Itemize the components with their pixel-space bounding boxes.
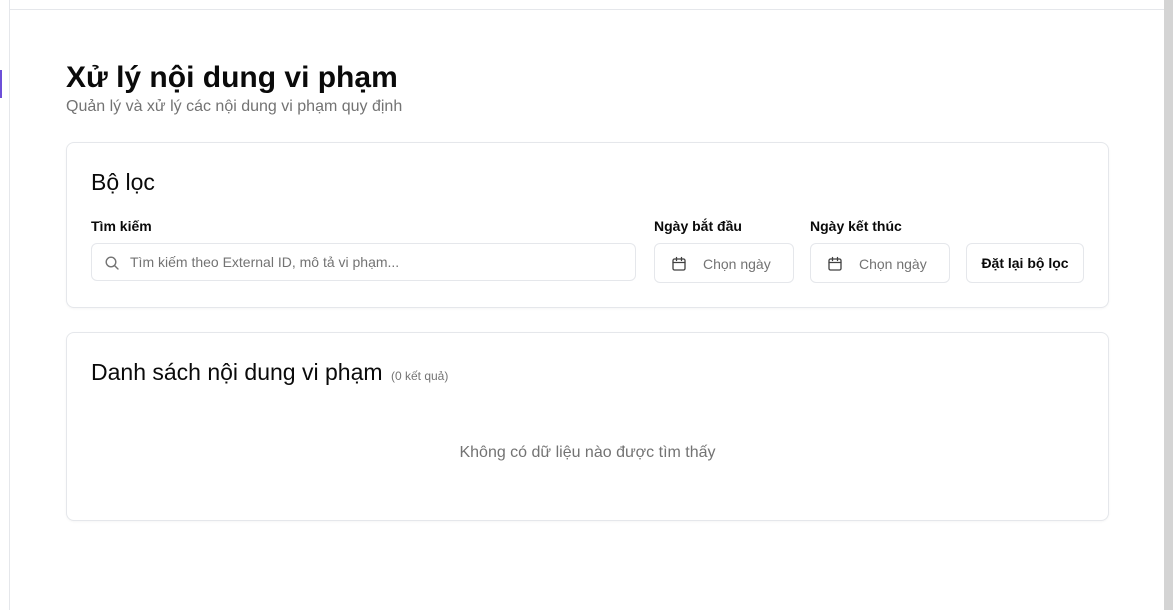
end-date-value: Chọn ngày (859, 256, 927, 272)
search-input[interactable] (130, 244, 630, 280)
end-date-label: Ngày kết thúc (810, 218, 902, 234)
header-divider (9, 9, 1164, 10)
results-count: (0 kết quả) (390, 369, 449, 383)
end-date-picker[interactable]: Chọn ngày (810, 243, 950, 283)
start-date-value: Chọn ngày (703, 256, 771, 272)
start-date-label: Ngày bắt đầu (654, 218, 742, 234)
scrollbar[interactable] (1164, 0, 1173, 610)
search-field[interactable] (91, 243, 636, 281)
start-date-picker[interactable]: Chọn ngày (654, 243, 794, 283)
filter-card-title: Bộ lọc (91, 169, 155, 195)
empty-state-message: Không có dữ liệu nào được tìm thấy (459, 444, 716, 461)
reset-filters-button[interactable]: Đặt lại bộ lọc (966, 243, 1084, 283)
search-label: Tìm kiếm (91, 218, 152, 234)
page-subtitle: Quản lý và xử lý các nội dung vi phạm qu… (66, 98, 403, 115)
calendar-icon (672, 256, 686, 271)
sidebar-active-indicator (0, 70, 2, 98)
calendar-icon (828, 256, 842, 271)
page-title: Xử lý nội dung vi phạm (66, 61, 398, 94)
results-header: Danh sách nội dung vi phạm (0 kết quả) (91, 357, 448, 387)
results-card: Danh sách nội dung vi phạm (0 kết quả) K… (66, 332, 1109, 521)
results-title: Danh sách nội dung vi phạm (91, 359, 383, 385)
filter-card: Bộ lọc Tìm kiếm Ngày bắt đầu Chọn ngày N… (66, 142, 1109, 308)
search-icon (105, 256, 119, 270)
